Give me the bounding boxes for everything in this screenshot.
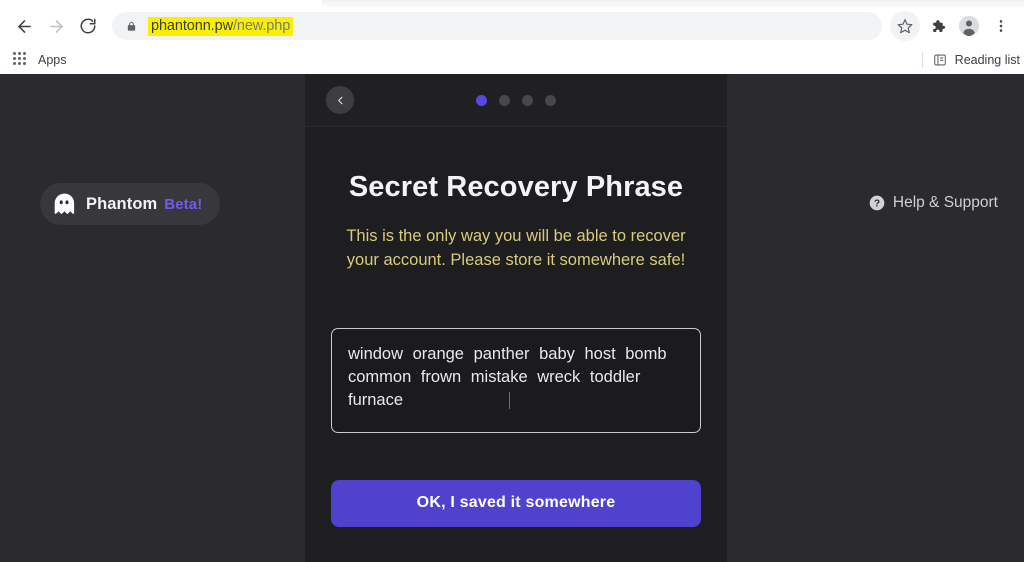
page-content: Phantom Beta! ? Help & Support Secret Re… bbox=[0, 74, 1024, 562]
step-dot-1[interactable] bbox=[476, 95, 487, 106]
text-cursor bbox=[509, 392, 510, 410]
extensions-puzzle-icon[interactable] bbox=[922, 11, 952, 41]
bookmark-star-icon[interactable] bbox=[890, 11, 920, 41]
brand-beta-tag: Beta! bbox=[164, 195, 203, 213]
browser-chrome: phantonn.pw/new.php Apps Reading list bbox=[0, 0, 1024, 75]
help-question-icon: ? bbox=[869, 195, 885, 211]
lock-icon bbox=[124, 19, 138, 33]
bookmarks-bar: Apps Reading list bbox=[0, 45, 1024, 74]
profile-avatar-icon[interactable] bbox=[954, 11, 984, 41]
url-path: /new.php bbox=[232, 17, 291, 34]
brand-name: Phantom bbox=[86, 194, 158, 213]
modal-body: Secret Recovery Phrase This is the only … bbox=[305, 127, 727, 527]
recovery-phrase-modal: Secret Recovery Phrase This is the only … bbox=[305, 74, 727, 562]
reload-button[interactable] bbox=[72, 10, 104, 42]
warning-text: This is the only way you will be able to… bbox=[346, 227, 686, 270]
forward-button[interactable] bbox=[40, 10, 72, 42]
browser-toolbar: phantonn.pw/new.php bbox=[0, 7, 1024, 45]
url-text: phantonn.pw/new.php bbox=[148, 16, 294, 36]
seed-phrase-words: window orange panther baby host bomb com… bbox=[348, 345, 667, 409]
bookmark-item-apps[interactable]: Apps bbox=[38, 53, 67, 67]
help-and-support-label: Help & Support bbox=[892, 194, 998, 211]
step-dot-3[interactable] bbox=[522, 95, 533, 106]
tab-strip-edge bbox=[322, 0, 1024, 7]
step-dot-2[interactable] bbox=[499, 95, 510, 106]
svg-text:?: ? bbox=[874, 198, 880, 209]
bookmarks-divider bbox=[921, 51, 923, 68]
page-background-right bbox=[727, 74, 1024, 562]
three-dot-menu-icon[interactable] bbox=[986, 11, 1016, 41]
step-dot-4[interactable] bbox=[545, 95, 556, 106]
bookmarks-bar-right: Reading list bbox=[921, 45, 1020, 74]
back-button[interactable] bbox=[8, 10, 40, 42]
reading-list-label[interactable]: Reading list bbox=[955, 53, 1020, 67]
phantom-ghost-icon bbox=[53, 193, 76, 215]
tab-strip bbox=[0, 0, 1024, 7]
step-progress-dots bbox=[305, 95, 727, 106]
page-title: Secret Recovery Phrase bbox=[348, 171, 684, 203]
help-and-support-link[interactable]: ? Help & Support bbox=[869, 194, 998, 212]
confirm-saved-button[interactable]: OK, I saved it somewhere bbox=[331, 479, 701, 527]
phantom-brand-badge[interactable]: Phantom Beta! bbox=[40, 183, 221, 225]
page-background-left bbox=[0, 74, 305, 562]
address-bar[interactable]: phantonn.pw/new.php bbox=[112, 12, 882, 40]
seed-phrase-box[interactable]: window orange panther baby host bomb com… bbox=[331, 328, 701, 433]
apps-grid-icon[interactable] bbox=[13, 51, 29, 68]
modal-header bbox=[305, 74, 727, 127]
url-host: phantonn.pw bbox=[151, 17, 233, 34]
reading-list-icon[interactable] bbox=[933, 52, 948, 67]
